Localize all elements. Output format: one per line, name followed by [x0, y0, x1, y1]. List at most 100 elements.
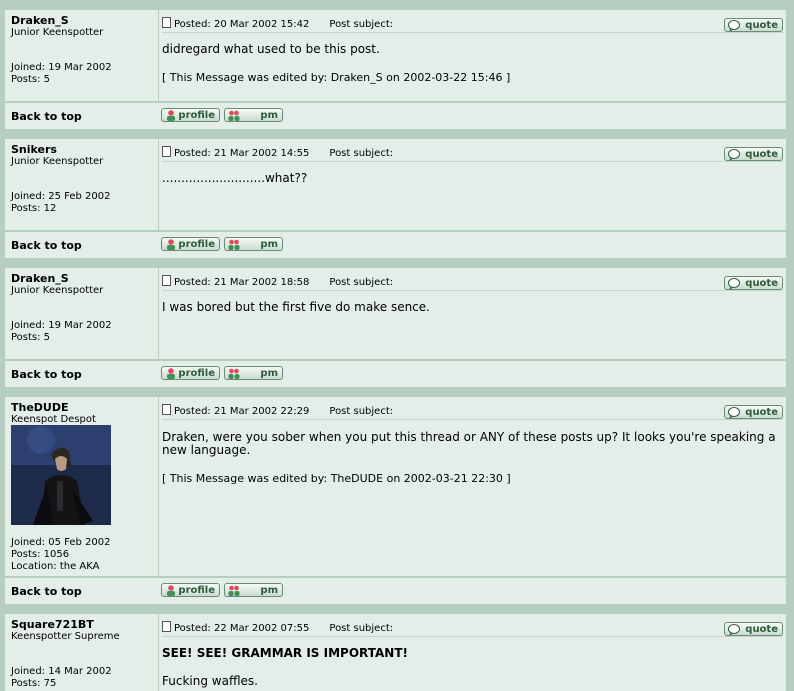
- post-content: Posted: 21 Mar 2002 18:58 Post subject: q…: [159, 268, 786, 359]
- speech-bubble-icon: [728, 278, 740, 289]
- post-icon[interactable]: [162, 404, 171, 415]
- profile-label: profile: [178, 239, 215, 250]
- back-to-top-link[interactable]: Back to top: [11, 110, 82, 123]
- quote-button[interactable]: quote: [724, 276, 783, 290]
- post-header: Posted: 21 Mar 2002 22:29 Post subject:: [162, 403, 783, 420]
- posted-label: Posted:: [174, 623, 214, 634]
- back-to-top-link[interactable]: Back to top: [11, 368, 82, 381]
- separator: [0, 604, 794, 611]
- join-date: Joined: 25 Feb 2002: [11, 191, 111, 202]
- separator: [0, 0, 794, 4]
- speech-bubble-icon: [728, 624, 740, 635]
- post-subject-label: Post subject:: [329, 623, 394, 634]
- username[interactable]: TheDUDE: [11, 401, 69, 414]
- quote-label: quote: [745, 407, 778, 418]
- quote-button[interactable]: quote: [724, 147, 783, 161]
- post-header: Posted: 21 Mar 2002 14:55 Post subject:: [162, 145, 783, 162]
- pm-label: pm: [260, 368, 278, 379]
- quote-button[interactable]: quote: [724, 622, 783, 636]
- posted-date: 20 Mar 2002 15:42: [213, 19, 310, 30]
- quote-button[interactable]: quote: [724, 18, 783, 32]
- post-body: I was bored but the first five do make s…: [162, 300, 430, 314]
- quote-label: quote: [745, 278, 778, 289]
- post-body: Fucking waffles.: [162, 674, 258, 688]
- post-count: Posts: 5: [11, 332, 51, 343]
- back-to-top-link[interactable]: Back to top: [11, 585, 82, 598]
- user-rank: Junior Keenspotter: [11, 27, 104, 38]
- speech-bubble-icon: [728, 149, 740, 160]
- pm-button[interactable]: pm: [224, 108, 283, 122]
- pm-button[interactable]: pm: [224, 366, 283, 380]
- user-rank: Junior Keenspotter: [11, 156, 104, 167]
- posted-info: Posted: 21 Mar 2002 14:55 Post subject:: [162, 146, 393, 159]
- separator: [0, 258, 794, 265]
- speech-bubble-icon: [728, 407, 740, 418]
- username[interactable]: Draken_S: [11, 14, 69, 27]
- post-footer: Back to top profile pm: [5, 576, 786, 604]
- posted-date: 21 Mar 2002 14:55: [213, 148, 310, 159]
- join-date: Joined: 05 Feb 2002: [11, 537, 111, 548]
- post-content: Posted: 22 Mar 2002 07:55 Post subject: q…: [159, 614, 786, 691]
- profile-button[interactable]: profile: [161, 108, 220, 122]
- avatar: [11, 425, 111, 525]
- post-subject-label: Post subject:: [329, 277, 394, 288]
- back-to-top-link[interactable]: Back to top: [11, 239, 82, 252]
- posted-info: Posted: 21 Mar 2002 22:29 Post subject:: [162, 404, 393, 417]
- posted-info: Posted: 20 Mar 2002 15:42 Post subject:: [162, 17, 393, 30]
- username[interactable]: Square721BT: [11, 618, 94, 631]
- join-date: Joined: 14 Mar 2002: [11, 666, 112, 677]
- post-count: Posts: 12: [11, 203, 57, 214]
- edit-note: [ This Message was edited by: TheDUDE on…: [162, 472, 511, 485]
- pm-button[interactable]: pm: [224, 583, 283, 597]
- profile-icon: [167, 239, 175, 250]
- profile-button[interactable]: profile: [161, 583, 220, 597]
- join-date: Joined: 19 Mar 2002: [11, 62, 112, 73]
- quote-label: quote: [745, 624, 778, 635]
- post-body: Draken, were you sober when you put this…: [162, 430, 776, 457]
- posted-date: 21 Mar 2002 22:29: [213, 406, 310, 417]
- post-count: Posts: 1056: [11, 549, 70, 560]
- post-subject-label: Post subject:: [329, 148, 394, 159]
- profile-button[interactable]: profile: [161, 237, 220, 251]
- profile-icon: [167, 368, 175, 379]
- post-footer: Back to top profile pm: [5, 230, 786, 258]
- user-rank: Keenspot Despot: [11, 414, 96, 425]
- post-icon[interactable]: [162, 17, 171, 28]
- post-icon[interactable]: [162, 146, 171, 157]
- posted-label: Posted:: [174, 277, 214, 288]
- posted-date: 21 Mar 2002 18:58: [213, 277, 310, 288]
- pm-users-icon: [228, 239, 240, 250]
- user-location: Location: the AKA: [11, 561, 100, 572]
- post-subject-label: Post subject:: [329, 19, 394, 30]
- user-rank: Keenspotter Supreme: [11, 631, 120, 642]
- profile-label: profile: [178, 368, 215, 379]
- quote-button[interactable]: quote: [724, 405, 783, 419]
- post-content: Posted: 20 Mar 2002 15:42 Post subject: q…: [159, 10, 786, 101]
- user-rank: Junior Keenspotter: [11, 285, 104, 296]
- avatar-image: [11, 425, 111, 525]
- post-author-panel: Draken_S Junior Keenspotter Joined: 19 M…: [5, 10, 159, 101]
- speech-bubble-icon: [728, 20, 740, 31]
- posted-info: Posted: 21 Mar 2002 18:58 Post subject:: [162, 275, 393, 288]
- posted-label: Posted:: [174, 19, 214, 30]
- post-header: Posted: 20 Mar 2002 15:42 Post subject:: [162, 16, 783, 33]
- post-author-panel: Draken_S Junior Keenspotter Joined: 19 M…: [5, 268, 159, 359]
- post-author-panel: Snikers Junior Keenspotter Joined: 25 Fe…: [5, 139, 159, 230]
- post-header: Posted: 21 Mar 2002 18:58 Post subject:: [162, 274, 783, 291]
- pm-button[interactable]: pm: [224, 237, 283, 251]
- post-count: Posts: 75: [11, 678, 57, 689]
- post-icon[interactable]: [162, 621, 171, 632]
- post-subject-label: Post subject:: [329, 406, 394, 417]
- post-footer: Back to top profile pm: [5, 101, 786, 129]
- profile-button[interactable]: profile: [161, 366, 220, 380]
- username[interactable]: Snikers: [11, 143, 57, 156]
- post-count: Posts: 5: [11, 74, 51, 85]
- pm-label: pm: [260, 239, 278, 250]
- profile-icon: [167, 585, 175, 596]
- post-author-panel: Square721BT Keenspotter Supreme Joined: …: [5, 614, 159, 691]
- posted-info: Posted: 22 Mar 2002 07:55 Post subject:: [162, 621, 393, 634]
- edit-note: [ This Message was edited by: Draken_S o…: [162, 71, 511, 84]
- separator: [0, 129, 794, 136]
- username[interactable]: Draken_S: [11, 272, 69, 285]
- post-icon[interactable]: [162, 275, 171, 286]
